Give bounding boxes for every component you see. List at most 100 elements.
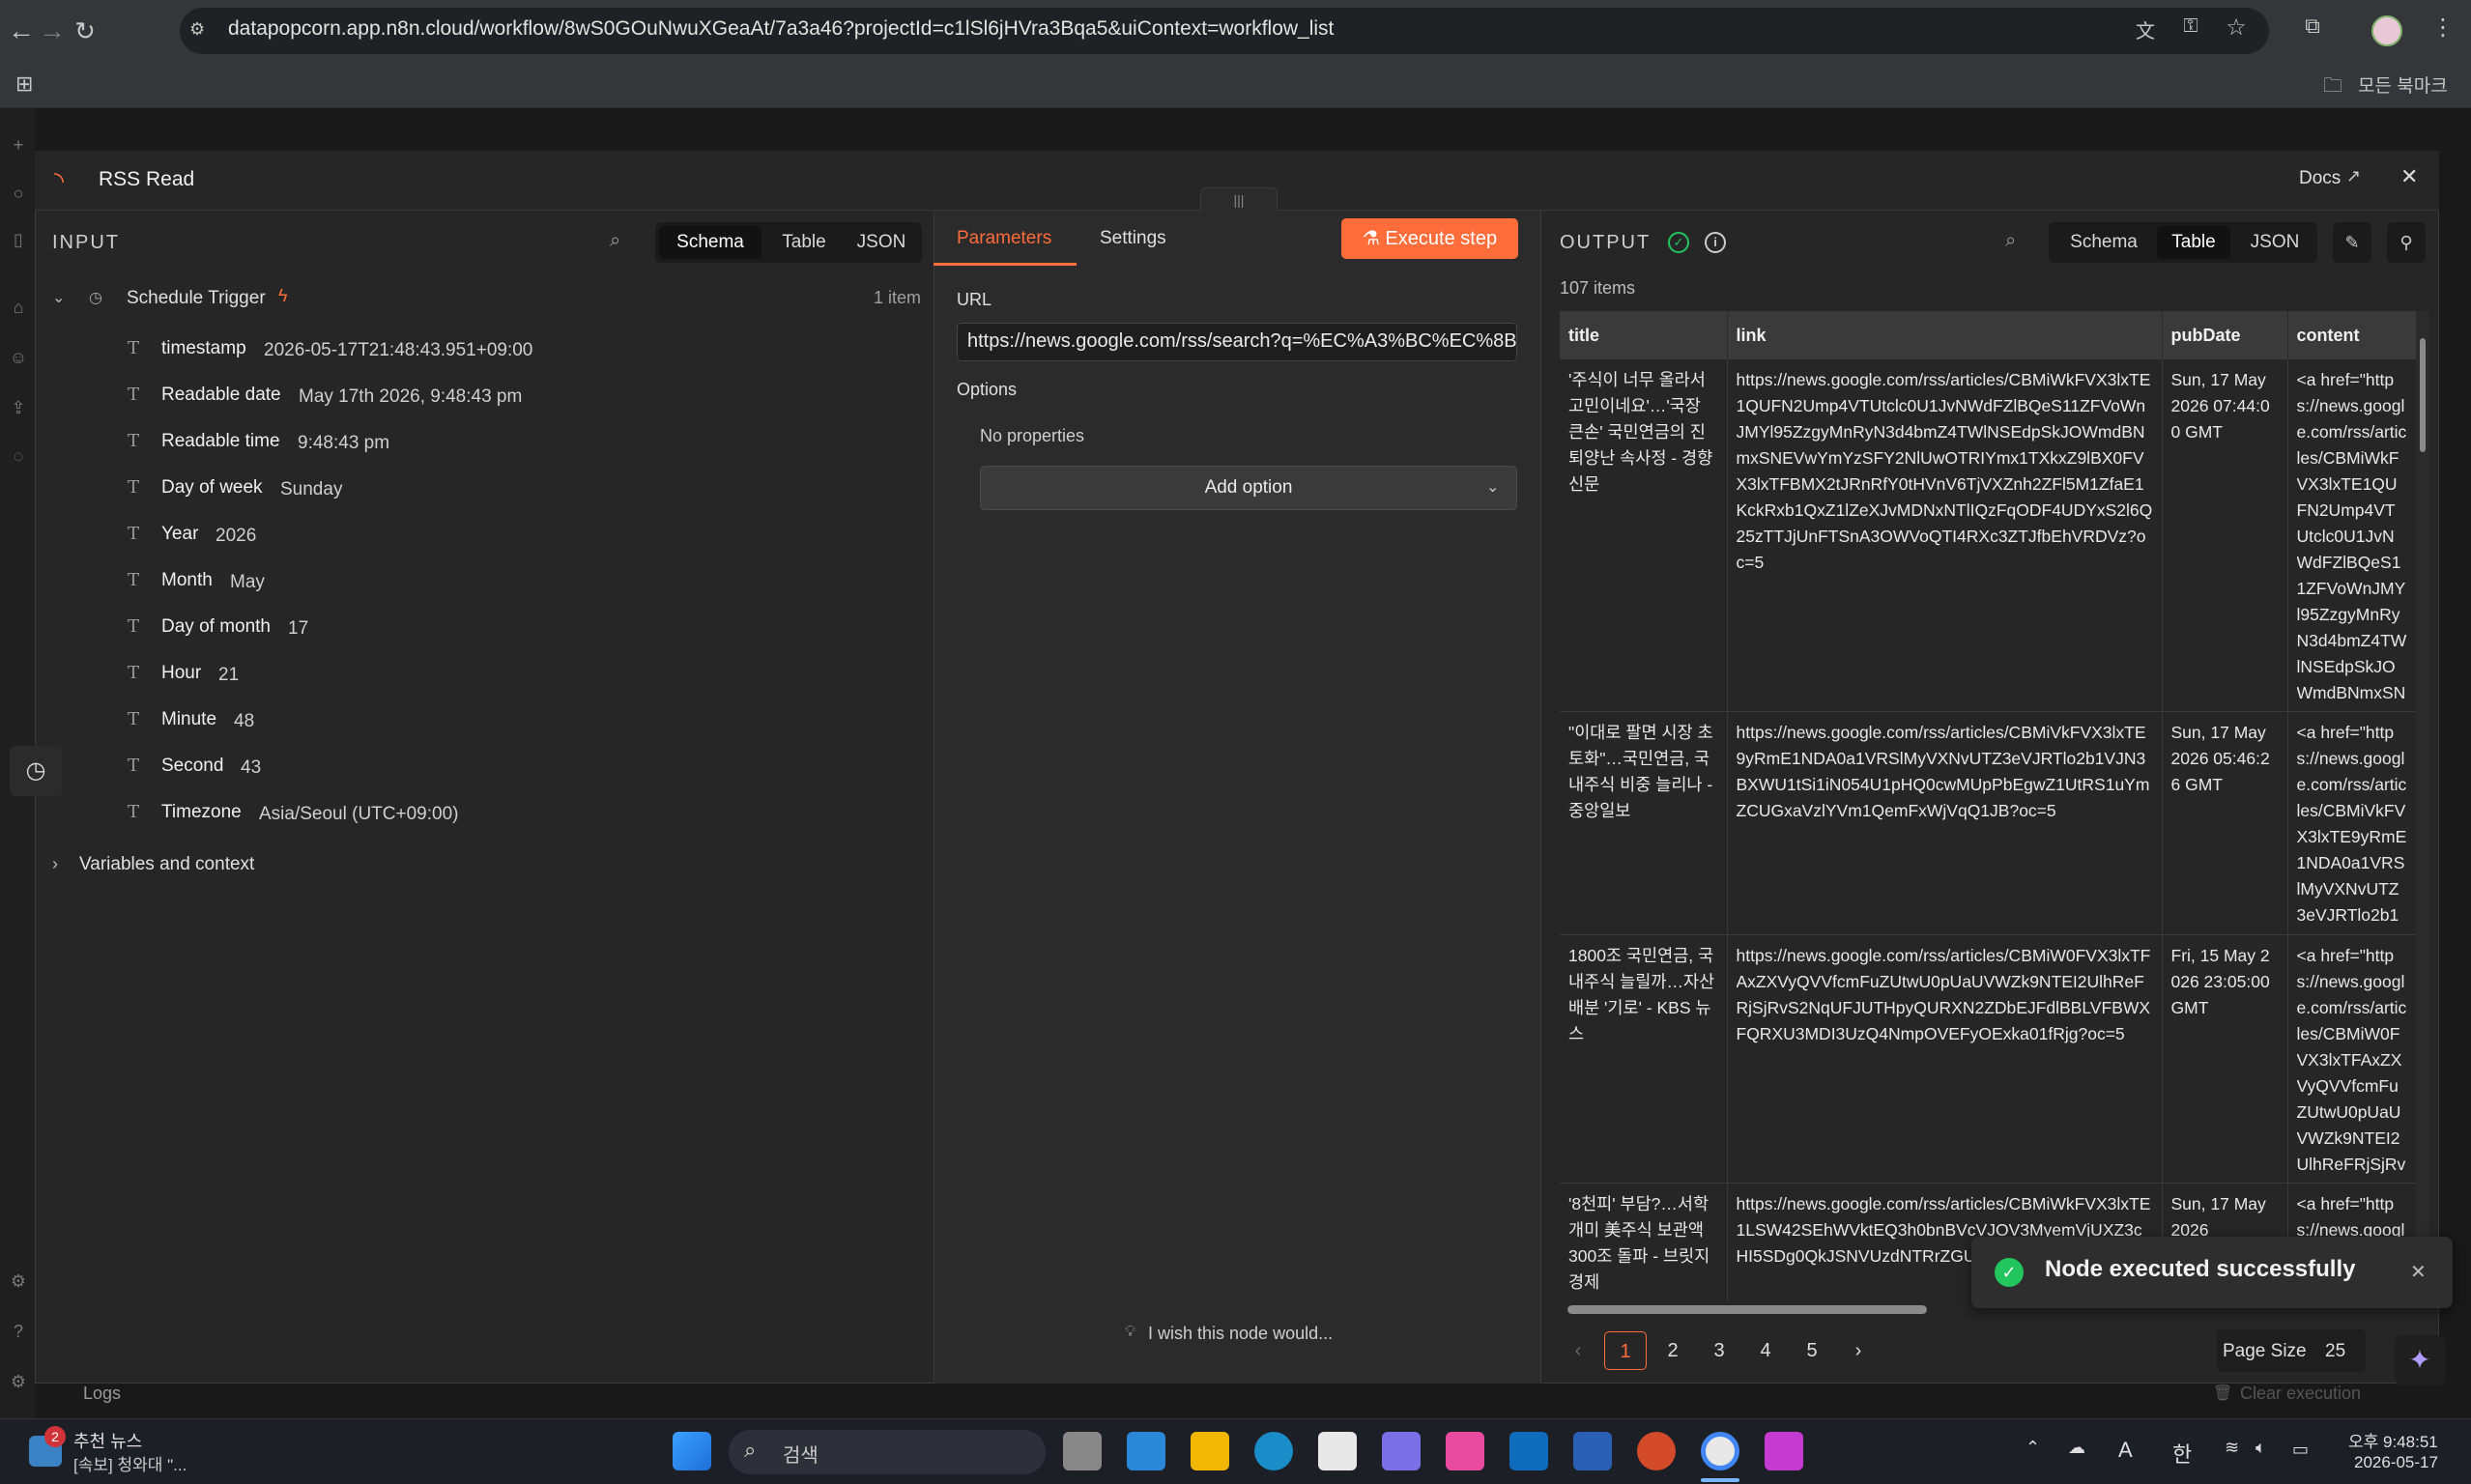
news-subtitle[interactable]: [속보] 청와대 "... <box>73 1451 187 1475</box>
field-key[interactable]: Readable time <box>161 431 280 452</box>
clock-date[interactable]: 2026-05-17 <box>2354 1453 2438 1472</box>
site-info-icon[interactable]: ⚙ <box>189 19 211 41</box>
url-text[interactable]: datapopcorn.app.n8n.cloud/workflow/8wS0G… <box>228 17 1334 41</box>
column-header-pubdate[interactable]: pubDate <box>2162 311 2288 359</box>
tab-settings[interactable]: Settings <box>1100 228 1166 249</box>
field-key[interactable]: Day of week <box>161 477 263 499</box>
field-key[interactable]: Month <box>161 570 213 591</box>
input-tab-table[interactable]: Table <box>767 226 841 259</box>
add-icon[interactable]: + <box>8 135 29 157</box>
page-2-button[interactable]: 2 <box>1651 1331 1695 1370</box>
trigger-name[interactable]: Schedule Trigger <box>127 288 266 309</box>
output-search-icon[interactable]: ⌕ <box>2005 230 2028 253</box>
volume-icon[interactable]: 🔈︎ <box>2256 1438 2281 1461</box>
battery-icon[interactable]: ▭ <box>2292 1440 2321 1459</box>
search-icon[interactable]: ○ <box>8 184 29 205</box>
field-key[interactable]: Hour <box>161 663 201 684</box>
apps-grid-icon[interactable]: ⊞ <box>15 71 41 97</box>
field-key[interactable]: Readable date <box>161 385 281 406</box>
external-link-icon[interactable]: ↗ <box>2346 166 2366 187</box>
field-key[interactable]: Year <box>161 524 198 545</box>
share-icon[interactable]: ⇪ <box>8 398 29 419</box>
extensions-icon[interactable]: ⧉ <box>2298 14 2327 43</box>
toast-close-icon[interactable]: ✕ <box>2410 1260 2429 1283</box>
chevron-right-icon[interactable]: › <box>52 854 66 873</box>
powerpoint-icon[interactable] <box>1637 1432 1676 1470</box>
table-row[interactable]: "이대로 팔면 시장 초토화"…국민연금, 국내주식 비중 늘리나 - 중앙일보… <box>1560 711 2416 935</box>
word-icon[interactable] <box>1573 1432 1612 1470</box>
add-option-dropdown[interactable]: Add option <box>980 466 1517 510</box>
feedback-link[interactable]: I wish this node would... <box>1148 1324 1333 1344</box>
close-icon[interactable]: ✕ <box>2400 164 2422 188</box>
app-icon-2[interactable] <box>1382 1432 1421 1470</box>
output-tab-json[interactable]: JSON <box>2236 226 2313 259</box>
column-header-content[interactable]: content <box>2287 311 2416 359</box>
node-title[interactable]: RSS Read <box>99 168 194 191</box>
help-icon[interactable]: ? <box>8 1322 29 1343</box>
outlook-icon[interactable] <box>1509 1432 1548 1470</box>
panel-icon[interactable]: ▯ <box>8 230 29 251</box>
page-3-button[interactable]: 3 <box>1697 1331 1741 1370</box>
tab-parameters[interactable]: Parameters <box>957 228 1051 249</box>
table-row[interactable]: '주식이 너무 올라서 고민이네요'…'국장 큰손' 국민연금의 진퇴양난 속사… <box>1560 359 2416 712</box>
onedrive-icon[interactable]: ☁ <box>2068 1438 2093 1461</box>
edit-pencil-icon[interactable]: ✎ <box>2333 222 2371 263</box>
page-4-button[interactable]: 4 <box>1743 1331 1788 1370</box>
user-icon[interactable]: ☺ <box>8 348 29 369</box>
horizontal-scroll-thumb[interactable] <box>1567 1305 1927 1314</box>
column-header-title[interactable]: title <box>1560 311 1728 359</box>
output-tab-schema[interactable]: Schema <box>2053 226 2155 259</box>
chrome-icon[interactable] <box>1701 1432 1739 1470</box>
news-title[interactable]: 추천 뉴스 <box>73 1428 142 1453</box>
forward-icon[interactable]: → <box>35 14 70 48</box>
logs-label[interactable]: Logs <box>83 1384 121 1404</box>
file-explorer-icon[interactable] <box>1191 1432 1229 1470</box>
windows-start-icon[interactable] <box>673 1432 711 1470</box>
taskbar-search-box[interactable] <box>729 1430 1046 1474</box>
translate-icon[interactable]: 文 <box>2132 15 2159 43</box>
ime-mode-a[interactable]: A <box>2118 1438 2133 1463</box>
all-bookmarks-label[interactable]: 모든 북마크 <box>2358 71 2448 98</box>
history-icon[interactable]: ◷ <box>10 746 62 796</box>
pin-icon[interactable]: ⚲ <box>2387 222 2426 263</box>
task-view-icon[interactable] <box>1063 1432 1102 1470</box>
page-size-select[interactable]: 25 <box>2325 1341 2345 1362</box>
table-row[interactable]: 1800조 국민연금, 국내주식 늘릴까…자산 배분 '기로' - KBS 뉴스… <box>1560 934 2416 1184</box>
output-tab-table[interactable]: Table <box>2157 226 2230 259</box>
store-icon[interactable] <box>1318 1432 1357 1470</box>
docs-link[interactable]: Docs <box>2299 168 2341 189</box>
menu-kebab-icon[interactable]: ⋮ <box>2431 14 2455 43</box>
app-icon-1[interactable] <box>1127 1432 1165 1470</box>
field-key[interactable]: Minute <box>161 709 216 730</box>
tray-chevron-up-icon[interactable]: ⌃ <box>2026 1438 2045 1461</box>
settings-icon[interactable]: ⚙ <box>8 1372 29 1393</box>
gear-icon[interactable]: ⚙ <box>8 1271 29 1293</box>
ime-mode-han[interactable]: 한 <box>2172 1438 2192 1469</box>
home-icon[interactable]: ⌂ <box>8 298 29 319</box>
ai-sparkle-icon[interactable]: ✦ <box>2395 1335 2445 1385</box>
url-input[interactable]: https://news.google.com/rss/search?q=%EC… <box>957 323 1517 361</box>
field-key[interactable]: Day of month <box>161 616 271 638</box>
page-1-button[interactable]: 1 <box>1604 1331 1647 1370</box>
bookmark-star-icon[interactable]: ☆ <box>2223 14 2250 41</box>
app-icon-4[interactable] <box>1765 1432 1803 1470</box>
back-icon[interactable]: ← <box>4 14 39 48</box>
prev-page-icon[interactable]: ‹ <box>1556 1331 1600 1370</box>
chat-icon[interactable]: ◌ <box>8 446 29 468</box>
profile-avatar[interactable] <box>2371 15 2402 46</box>
table-vertical-scrollbar[interactable] <box>2416 311 2429 1304</box>
field-key[interactable]: Second <box>161 756 223 777</box>
reload-icon[interactable]: ↻ <box>68 14 102 48</box>
chevron-down-icon[interactable]: ⌄ <box>52 288 68 306</box>
clear-execution-button[interactable]: Clear execution <box>2240 1384 2361 1404</box>
column-header-link[interactable]: link <box>1727 311 2163 359</box>
key-icon[interactable]: ⚿ <box>2177 15 2204 43</box>
variables-context-toggle[interactable]: Variables and context <box>79 854 254 875</box>
wifi-icon[interactable]: ≋ <box>2225 1438 2250 1461</box>
execute-step-button[interactable]: ⚗ Execute step <box>1341 218 1518 259</box>
next-page-icon[interactable]: › <box>1836 1331 1881 1370</box>
input-search-icon[interactable]: ⌕ <box>610 230 633 253</box>
field-key[interactable]: timestamp <box>161 338 246 359</box>
vertical-scroll-thumb[interactable] <box>2420 338 2426 452</box>
app-icon-3[interactable] <box>1446 1432 1484 1470</box>
